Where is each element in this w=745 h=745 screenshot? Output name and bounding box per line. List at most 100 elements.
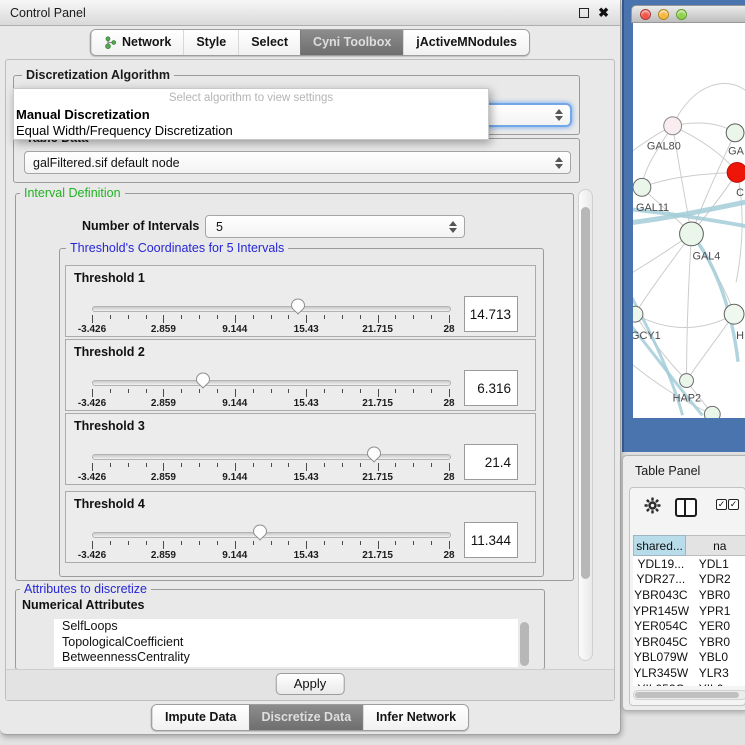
network-node-label: HAP2 — [673, 392, 701, 404]
close-traffic-light-icon[interactable] — [640, 9, 651, 20]
table-row[interactable]: YBL079W YBL0 — [633, 650, 745, 666]
table-rows: YDL19... YDL1 YDR27... YDR2 YBR043C YBR0 — [633, 556, 745, 686]
tab[interactable]: Network — [91, 30, 183, 55]
gear-icon[interactable] — [644, 497, 661, 514]
network-window-titlebar[interactable] — [631, 5, 745, 23]
table-row[interactable]: YBR043C YBR0 — [633, 587, 745, 603]
cell-shared-name: YDR27... — [633, 572, 689, 588]
network-node[interactable] — [727, 163, 745, 183]
cell-shared-name: YBR043C — [633, 587, 689, 603]
network-node[interactable] — [680, 222, 704, 246]
tab[interactable]: Discretize Data — [249, 705, 364, 730]
column-header-name[interactable]: na — [686, 535, 745, 556]
bottom-tabs: Impute Data Discretize Data Infer Networ… — [151, 704, 469, 731]
num-intervals-label: Number of Intervals — [82, 219, 199, 233]
tab[interactable]: Select — [238, 30, 300, 55]
network-node[interactable] — [664, 117, 682, 135]
combo-arrows-icon — [449, 221, 457, 233]
network-node[interactable] — [726, 124, 744, 142]
attribute-list-item[interactable]: TopologicalCoefficient — [54, 635, 518, 651]
network-node[interactable] — [680, 374, 694, 388]
cell-name: YBR0 — [689, 634, 745, 650]
network-canvas[interactable]: GAL80GACGAL11GAL4GCY1HHAP2 — [633, 23, 745, 418]
table-horizontal-scrollbar[interactable] — [633, 690, 745, 700]
interval-definition-groupbox: Interval Definition Number of Intervals … — [15, 193, 574, 581]
close-icon[interactable]: ✖ — [598, 4, 609, 21]
scrollbar-thumb[interactable] — [635, 692, 739, 698]
popup-menu-item[interactable]: Manual Discretization — [14, 107, 488, 123]
threshold-label: Threshold 1 — [74, 271, 145, 285]
attribute-list-item[interactable]: SelfLoops — [54, 619, 518, 635]
threshold-value-field[interactable]: 11.344 — [464, 522, 518, 558]
slider-ticks — [92, 541, 449, 550]
threshold-slider-track[interactable] — [92, 454, 451, 460]
table-panel-body: ✓ ✓ shared... na YDL19... YDL1 — [629, 487, 745, 706]
network-node[interactable] — [704, 406, 720, 418]
threshold-slider-thumb[interactable] — [252, 523, 268, 541]
control-panel-titlebar[interactable]: Control Panel ✖ — [0, 0, 620, 26]
checkbox-icon: ✓ — [716, 499, 727, 510]
network-node[interactable] — [633, 178, 651, 196]
table-panel-title: Table Panel — [635, 464, 700, 478]
cell-name: YIL0 — [689, 681, 745, 686]
column-header-shared-name[interactable]: shared... — [633, 535, 686, 556]
network-tab-icon — [104, 36, 117, 49]
threshold-slider-track[interactable] — [92, 380, 451, 386]
table-row[interactable]: YPR145W YPR1 — [633, 603, 745, 619]
attributes-scrollbar-thumb[interactable] — [520, 622, 529, 666]
slider-tick-labels: -3.4262.8599.14415.4321.71528 — [92, 472, 449, 483]
table-row[interactable]: YDR27... YDR2 — [633, 572, 745, 588]
network-node[interactable] — [633, 306, 643, 322]
apply-button[interactable]: Apply — [276, 673, 345, 695]
cell-shared-name: YPR145W — [633, 603, 689, 619]
threshold-value-field[interactable]: 14.713 — [464, 296, 518, 332]
table-row[interactable]: YER054C YER0 — [633, 618, 745, 634]
threshold-value-field[interactable]: 21.4 — [464, 444, 518, 480]
table-row[interactable]: YBR045C YBR0 — [633, 634, 745, 650]
table-data-value: galFiltered.sif default node — [33, 156, 180, 170]
thresholds-title: Threshold's Coordinates for 5 Intervals — [66, 241, 288, 255]
cell-shared-name: YER054C — [633, 618, 689, 634]
threshold-value-field[interactable]: 6.316 — [464, 370, 518, 406]
attributes-groupbox: Attributes to discretize Numerical Attri… — [15, 589, 545, 670]
threshold-slider-track[interactable] — [92, 532, 451, 538]
num-intervals-combobox[interactable]: 5 — [205, 215, 465, 238]
network-view-window: GAL80GACGAL11GAL4GCY1HHAP2 — [622, 0, 745, 452]
threshold-slider-thumb[interactable] — [366, 445, 382, 463]
checkbox-icon: ✓ — [728, 499, 739, 510]
table-header-row: shared... na — [633, 535, 745, 556]
threshold-label: Threshold 3 — [74, 419, 145, 433]
interval-definition-title: Interval Definition — [20, 186, 125, 200]
threshold-slider-thumb[interactable] — [195, 371, 211, 389]
threshold-slider-track[interactable] — [92, 306, 451, 312]
float-window-icon[interactable] — [579, 8, 589, 18]
attribute-list-item[interactable]: BetweennessCentrality — [54, 650, 518, 666]
algorithm-dropdown-popup: Select algorithm to view settings Manual… — [13, 88, 489, 140]
zoom-traffic-light-icon[interactable] — [676, 9, 687, 20]
threshold-panel: Threshold 3 -3.4262.8599.14415.4321.7152… — [65, 413, 536, 485]
cell-shared-name: YLR345W — [633, 665, 689, 681]
tab[interactable]: Style — [183, 30, 238, 55]
slider-tick-labels: -3.4262.8599.14415.4321.71528 — [92, 324, 449, 335]
minimize-traffic-light-icon[interactable] — [658, 9, 669, 20]
scrollbar-thumb[interactable] — [581, 207, 590, 579]
table-data-combobox[interactable]: galFiltered.sif default node — [24, 151, 571, 174]
tab[interactable]: Cyni Toolbox — [300, 30, 403, 55]
threshold-slider-thumb[interactable] — [290, 297, 306, 315]
tab[interactable]: Impute Data — [152, 705, 249, 730]
num-intervals-value: 5 — [214, 220, 223, 234]
table-row[interactable]: YLR345W YLR3 — [633, 665, 745, 681]
table-row[interactable]: YDL19... YDL1 — [633, 556, 745, 572]
tab[interactable]: Infer Network — [363, 705, 468, 730]
slider-ticks — [92, 315, 449, 324]
panel-vertical-scrollbar[interactable] — [578, 189, 593, 661]
select-columns-icon[interactable]: ✓ ✓ — [716, 499, 739, 510]
threshold-panel: Threshold 1 -3.4262.8599.14415.4321.7152… — [65, 265, 536, 337]
table-row[interactable]: YIL052C YIL0 — [633, 681, 745, 686]
numerical-attributes-list[interactable]: SelfLoops TopologicalCoefficient Between… — [54, 619, 518, 667]
popup-menu-item[interactable]: Equal Width/Frequency Discretization — [14, 123, 488, 139]
threshold-label: Threshold 2 — [74, 345, 145, 359]
network-node[interactable] — [724, 304, 744, 324]
tab[interactable]: jActiveMNodules — [403, 30, 529, 55]
column-layout-icon[interactable] — [675, 498, 697, 517]
